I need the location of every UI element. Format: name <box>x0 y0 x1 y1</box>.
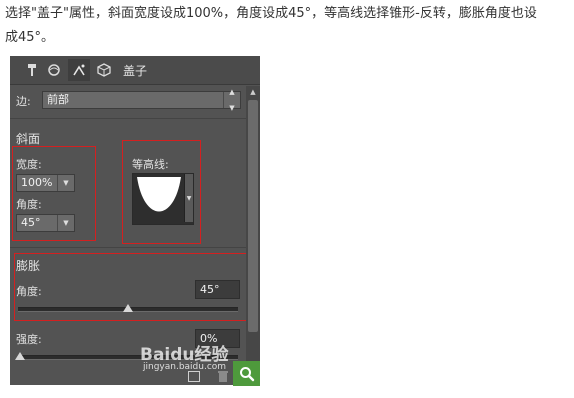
highlight-box-inflate <box>14 253 248 321</box>
select-arrows-icon: ▲ ▼ <box>223 88 240 112</box>
caption-line-2: 成45°。 <box>5 30 55 45</box>
scroll-up-icon[interactable]: ▲ <box>248 88 258 96</box>
new-layer-icon[interactable] <box>188 371 200 382</box>
cube-icon[interactable] <box>96 62 112 78</box>
toolbar-label: 盖子 <box>123 64 148 78</box>
section-divider <box>10 118 250 119</box>
side-label: 边: <box>16 95 31 108</box>
bevel-title: 斜面 <box>16 132 41 146</box>
side-select[interactable]: 前部 ▲ ▼ <box>42 88 241 112</box>
search-button[interactable] <box>233 361 260 386</box>
panel-scrollbar[interactable]: ▲ ▼ <box>246 86 260 384</box>
search-icon <box>239 366 254 381</box>
section-divider <box>10 247 250 248</box>
side-select-value: 前部 <box>47 93 69 106</box>
edit-shape-icon[interactable] <box>68 59 90 81</box>
properties-panel: 盖子 边: 前部 ▲ ▼ 斜面 宽度: 100% ▼ 角度: 45° ▼ 等高线:… <box>10 56 260 385</box>
instruction-caption: 选择"盖子"属性，斜面宽度设成100%，角度设成45°，等高线选择锥形-反转，膨… <box>5 2 565 50</box>
trash-icon[interactable] <box>218 370 228 382</box>
inflate-strength-slider-thumb[interactable] <box>15 352 25 360</box>
inflate-strength-label: 强度: <box>16 333 42 346</box>
caption-line-1: 选择"盖子"属性，斜面宽度设成100%，角度设成45°，等高线选择锥形-反转，膨… <box>5 6 537 21</box>
inflate-strength-input[interactable]: 0% <box>195 329 240 348</box>
globe-icon[interactable] <box>46 62 62 78</box>
highlight-box-contour <box>122 140 201 244</box>
pin-icon[interactable] <box>24 62 40 78</box>
panel-toolbar: 盖子 <box>10 56 260 85</box>
scrollbar-thumb[interactable] <box>248 100 258 332</box>
highlight-box-bevel-width-angle <box>12 146 96 241</box>
inflate-strength-slider-track[interactable] <box>18 355 238 360</box>
